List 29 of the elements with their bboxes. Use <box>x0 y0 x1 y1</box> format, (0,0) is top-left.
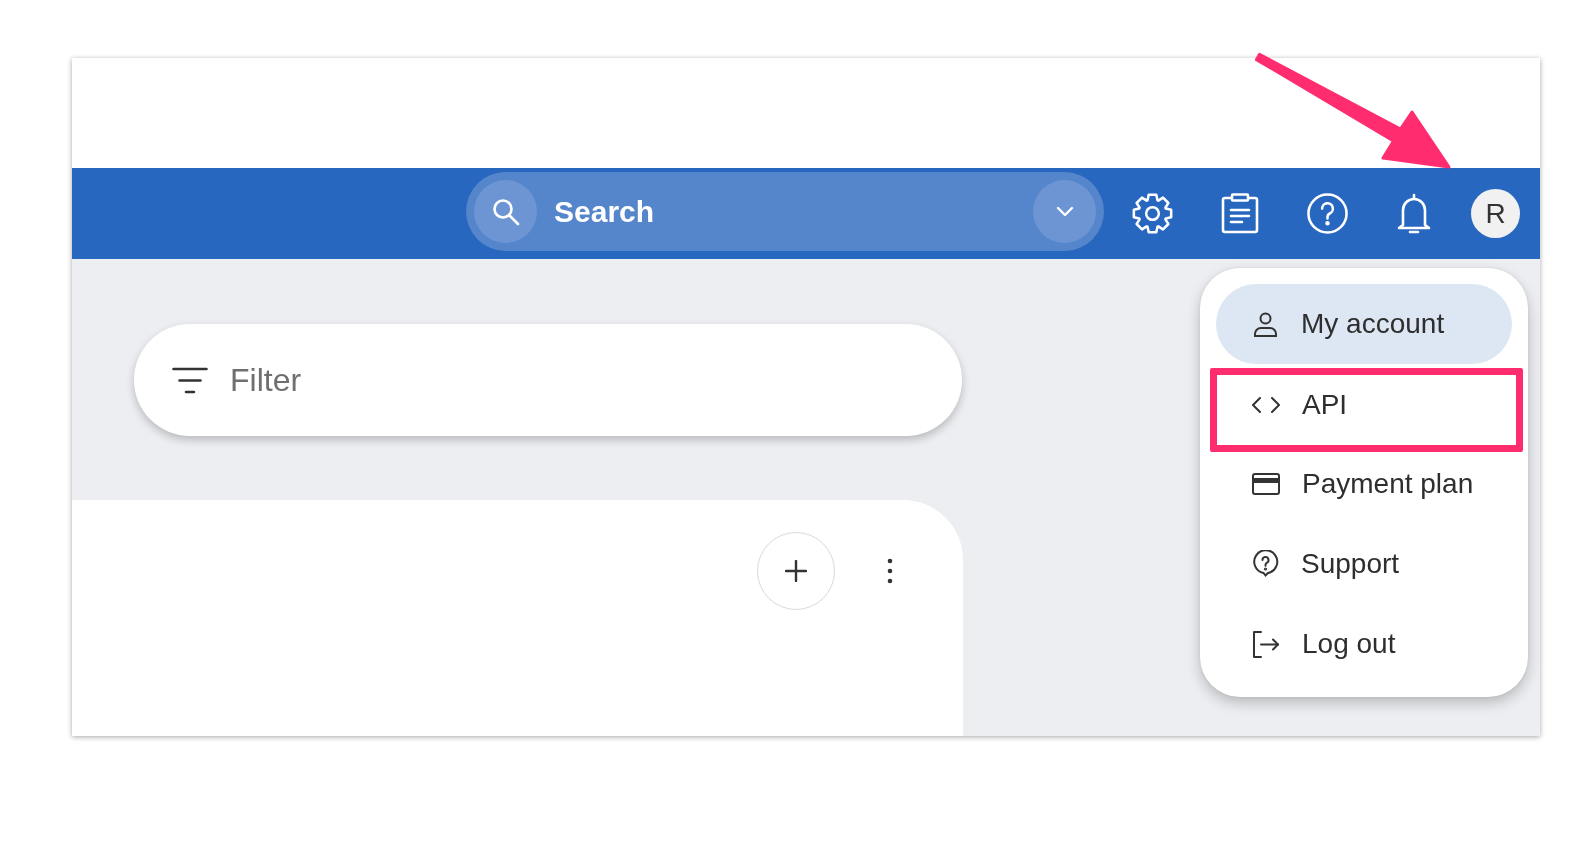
menu-item[interactable]: My account <box>1216 284 1512 364</box>
help-bubble-icon <box>1252 550 1279 578</box>
settings-button[interactable] <box>1132 193 1173 234</box>
help-button[interactable] <box>1307 193 1348 234</box>
search-button[interactable] <box>474 180 537 243</box>
menu-item[interactable]: API <box>1210 368 1523 452</box>
person-icon <box>1252 310 1279 338</box>
plus-icon <box>785 560 807 582</box>
menu-item[interactable]: Log out <box>1216 604 1512 684</box>
menu-item[interactable]: Support <box>1216 524 1512 604</box>
credit-card-icon <box>1252 473 1280 495</box>
more-button[interactable] <box>887 558 893 584</box>
filter-field[interactable]: Filter <box>134 324 962 436</box>
search-input[interactable]: Search <box>537 194 1033 229</box>
code-icon <box>1252 397 1280 413</box>
help-icon <box>1307 193 1348 234</box>
kebab-icon <box>887 558 893 584</box>
avatar-button[interactable]: R <box>1471 189 1520 238</box>
gear-icon <box>1132 193 1173 234</box>
chevron-down-icon <box>1055 206 1074 217</box>
notifications-button[interactable] <box>1396 192 1432 235</box>
search-icon <box>491 197 520 226</box>
clipboard-icon <box>1221 193 1259 234</box>
bell-icon <box>1396 192 1432 235</box>
search-field[interactable]: Search <box>466 172 1104 251</box>
clipboard-button[interactable] <box>1221 193 1259 234</box>
filter-icon <box>172 366 208 394</box>
filter-input[interactable]: Filter <box>208 361 922 399</box>
logout-icon <box>1252 630 1280 658</box>
